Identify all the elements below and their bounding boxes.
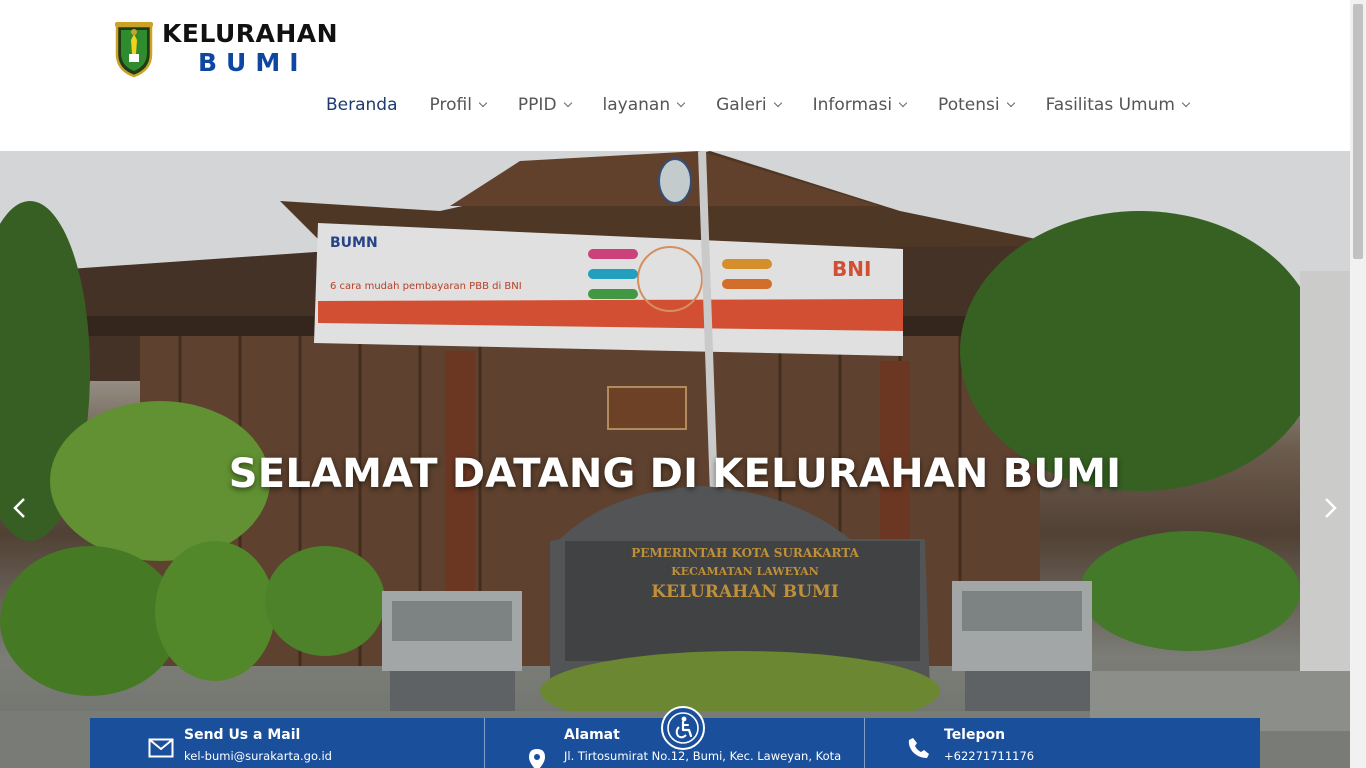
chevron-down-icon (563, 98, 572, 108)
nav-item-layanan[interactable]: layanan (602, 95, 686, 115)
nav-item-label: PPID (517, 95, 557, 115)
city-emblem-icon (115, 22, 153, 78)
nav-item-label: Beranda (326, 95, 398, 115)
nav-item-label: Informasi (812, 95, 893, 115)
site-logo[interactable]: KELURAHAN BUMI (114, 20, 338, 80)
scrollbar-thumb[interactable] (1353, 4, 1363, 259)
address-label: Alamat (564, 727, 620, 743)
accessibility-button[interactable] (661, 706, 705, 750)
map-pin-icon (529, 749, 545, 768)
phone-icon (908, 738, 929, 758)
chevron-down-icon (478, 98, 488, 108)
chevron-down-icon (898, 98, 908, 108)
accessibility-icon (667, 712, 699, 744)
chevron-down-icon (1181, 98, 1191, 108)
phone-label: Telepon (944, 727, 1006, 743)
slider-prev-button[interactable] (8, 496, 32, 520)
nav-item-label: layanan (602, 95, 671, 115)
nav-item-galeri[interactable]: Galeri (716, 95, 782, 115)
phone-value[interactable]: +62271711176 (944, 749, 1034, 763)
brand-name-top: KELURAHAN (162, 19, 339, 48)
nav-item-label: Galeri (716, 95, 767, 115)
nav-item-label: Fasilitas Umum (1045, 95, 1175, 115)
envelope-icon (148, 738, 174, 758)
page-scrollbar[interactable] (1350, 0, 1366, 768)
nav-item-beranda[interactable]: Beranda (326, 95, 398, 115)
nav-item-ppid[interactable]: PPID (517, 95, 572, 115)
brand-name-bottom: BUMI (198, 48, 308, 77)
nav-item-informasi[interactable]: Informasi (812, 95, 908, 115)
chevron-down-icon (1006, 98, 1015, 108)
slider-next-button[interactable] (1318, 496, 1342, 520)
main-nav: Beranda Profil PPID layanan Galeri Infor… (310, 90, 1205, 120)
site-header: KELURAHAN BUMI Beranda Profil PPID layan… (0, 0, 1350, 151)
nav-item-label: Potensi (938, 95, 1000, 115)
chevron-right-icon (1325, 498, 1337, 518)
chevron-down-icon (773, 98, 782, 108)
contact-mail[interactable]: Send Us a Mail kel-bumi@surakarta.go.id (90, 718, 485, 768)
nav-item-profil[interactable]: Profil (429, 95, 488, 115)
address-value: Jl. Tirtosumirat No.12, Bumi, Kec. Lawey… (564, 749, 842, 763)
nav-item-label: Profil (429, 95, 472, 115)
chevron-left-icon (13, 498, 25, 518)
nav-item-fasilitas-umum[interactable]: Fasilitas Umum (1045, 95, 1191, 115)
hero-slider: BUMN 6 cara mudah pembayaran PBB di BNI … (0, 151, 1350, 768)
chevron-down-icon (676, 98, 686, 108)
mail-value[interactable]: kel-bumi@surakarta.go.id (184, 749, 332, 763)
hero-title: SELAMAT DATANG DI KELURAHAN BUMI (228, 451, 1122, 497)
contact-phone[interactable]: Telepon +62271711176 (865, 718, 1260, 768)
nav-item-potensi[interactable]: Potensi (938, 95, 1015, 115)
mail-label: Send Us a Mail (184, 727, 301, 743)
